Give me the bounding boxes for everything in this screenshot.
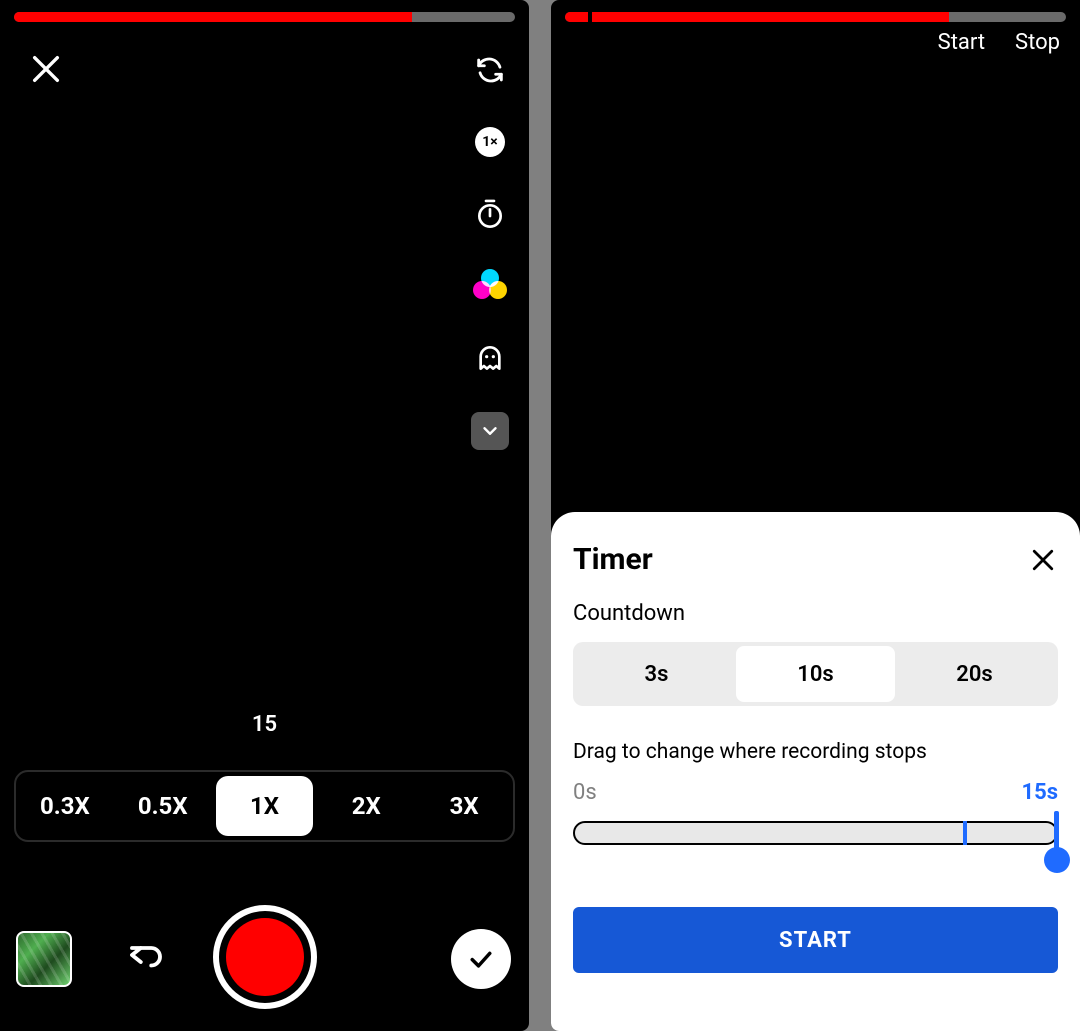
- more-tools-button[interactable]: [471, 412, 509, 450]
- speed-option-2x[interactable]: 2X: [317, 772, 415, 840]
- range-labels: 0s 15s: [573, 780, 1058, 805]
- sheet-close-button[interactable]: [1028, 545, 1058, 575]
- speed-option-1x[interactable]: 1X: [216, 776, 314, 836]
- countdown-option-20s[interactable]: 20s: [895, 646, 1054, 702]
- timer-icon: [474, 198, 506, 230]
- filters-button[interactable]: [472, 268, 508, 304]
- gallery-thumbnail[interactable]: [16, 931, 72, 987]
- start-button[interactable]: START: [573, 907, 1058, 973]
- start-label: Start: [938, 30, 985, 55]
- stop-point-slider[interactable]: [573, 811, 1058, 881]
- close-button[interactable]: [24, 47, 68, 91]
- recording-progress-tick: [588, 12, 592, 22]
- speed-badge-label: 1×: [482, 134, 497, 150]
- slider-clip-marker: [963, 821, 967, 845]
- flip-camera-icon: [473, 53, 507, 87]
- drag-instruction: Drag to change where recording stops: [573, 740, 1058, 764]
- record-button[interactable]: [213, 905, 317, 1009]
- recording-progress-fill: [565, 12, 949, 22]
- filters-icon: [473, 269, 507, 303]
- checkmark-icon: [466, 944, 496, 974]
- range-max-label: 15s: [1021, 780, 1058, 805]
- countdown-option-3s[interactable]: 3s: [577, 646, 736, 702]
- countdown-segmented: 3s 10s 20s: [573, 642, 1058, 706]
- timer-screen: Start Stop Timer Countdown 3s 10s 20s Dr…: [551, 0, 1080, 1031]
- speed-option-0.3x[interactable]: 0.3X: [16, 772, 114, 840]
- confirm-button[interactable]: [451, 929, 511, 989]
- countdown-label: Countdown: [573, 601, 1058, 626]
- recording-progress-fill: [14, 12, 412, 22]
- record-button-inner: [226, 918, 304, 996]
- effects-button[interactable]: [472, 340, 508, 376]
- chevron-down-icon: [479, 420, 501, 442]
- timer-button[interactable]: [472, 196, 508, 232]
- sheet-title: Timer: [573, 542, 653, 577]
- close-icon: [29, 52, 63, 86]
- remaining-seconds: 15: [252, 712, 277, 737]
- tool-column: 1×: [471, 52, 509, 450]
- start-button-label: START: [779, 928, 852, 953]
- recording-progress: [565, 12, 1066, 22]
- slider-knob[interactable]: [1044, 847, 1070, 873]
- speed-option-0.5x[interactable]: 0.5X: [114, 772, 212, 840]
- ghost-icon: [474, 342, 506, 374]
- start-stop-labels: Start Stop: [938, 30, 1060, 55]
- recording-progress: [14, 12, 515, 22]
- undo-icon: [125, 934, 167, 976]
- camera-screen: 1×: [0, 0, 529, 1031]
- speed-badge: 1×: [475, 127, 505, 157]
- stop-label: Stop: [1015, 30, 1060, 55]
- speed-picker: 0.3X 0.5X 1X 2X 3X: [14, 770, 515, 842]
- timer-sheet: Timer Countdown 3s 10s 20s Drag to chang…: [551, 512, 1080, 1031]
- speed-option-3x[interactable]: 3X: [415, 772, 513, 840]
- undo-button[interactable]: [122, 931, 170, 979]
- speed-button[interactable]: 1×: [472, 124, 508, 160]
- slider-track: [573, 821, 1058, 845]
- countdown-option-10s[interactable]: 10s: [736, 646, 895, 702]
- range-min-label: 0s: [573, 780, 597, 805]
- close-icon: [1028, 545, 1058, 575]
- flip-camera-button[interactable]: [472, 52, 508, 88]
